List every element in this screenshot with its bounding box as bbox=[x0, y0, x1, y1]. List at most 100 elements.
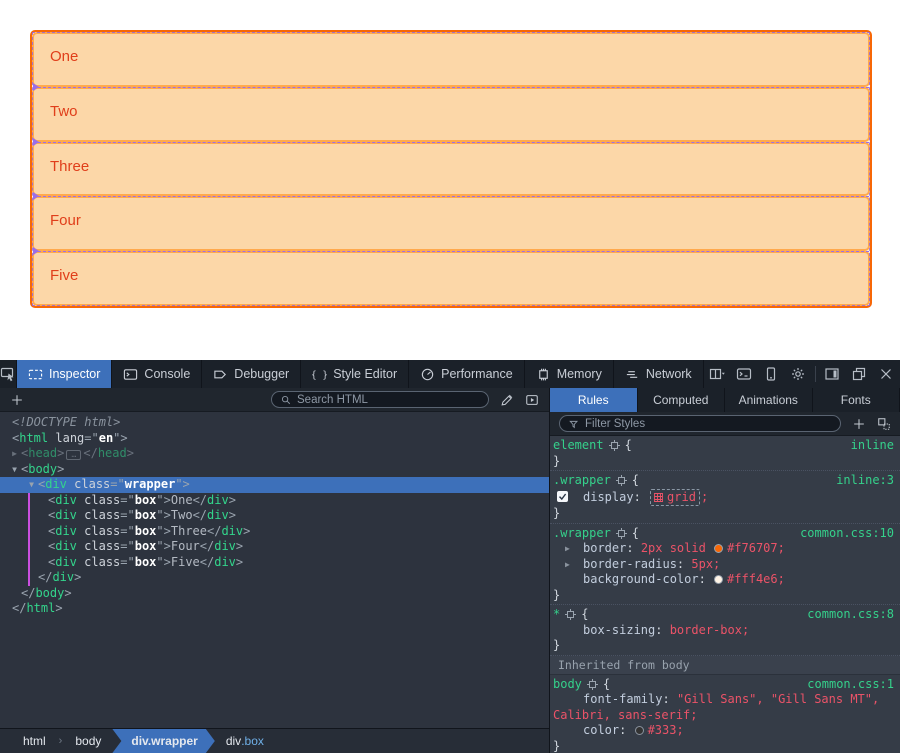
expand-shorthand-icon[interactable]: ▶ bbox=[565, 557, 570, 573]
grid-box-label: One bbox=[50, 48, 78, 65]
property-value: #fff4e6; bbox=[727, 572, 785, 586]
braces-icon: { } bbox=[312, 367, 327, 382]
markup-token: One bbox=[171, 493, 193, 507]
pick-element-icon[interactable] bbox=[0, 360, 17, 388]
markup-token: <!DOCTYPE html> bbox=[12, 415, 120, 429]
markup-line[interactable]: <!DOCTYPE html> bbox=[0, 415, 549, 431]
grid-box-four: Four bbox=[32, 196, 870, 251]
filter-styles-input[interactable]: Filter Styles bbox=[559, 415, 841, 432]
css-declaration[interactable]: background-color: #fff4e6; bbox=[550, 572, 900, 588]
markup-line[interactable]: <div class="box">Five</div> bbox=[0, 555, 549, 571]
tab-style-editor[interactable]: { } Style Editor bbox=[301, 360, 409, 388]
devtools-toolbar-right bbox=[704, 360, 900, 388]
stylesheet-link[interactable]: inline bbox=[851, 438, 894, 454]
css-declaration[interactable]: color: #333; bbox=[550, 723, 900, 739]
tab-network[interactable]: Network bbox=[614, 360, 704, 388]
sidebar-tab-rules[interactable]: Rules bbox=[550, 388, 638, 412]
rule-selector-line: .wrapper{common.css:10 bbox=[550, 526, 900, 542]
markup-tree: <!DOCTYPE html><html lang="en">▶<head>…<… bbox=[0, 412, 549, 728]
selector-highlighter-icon[interactable] bbox=[587, 679, 598, 690]
css-declaration[interactable]: font-family: "Gill Sans", "Gill Sans MT"… bbox=[550, 692, 900, 723]
markup-token: > bbox=[127, 446, 134, 460]
tab-memory[interactable]: Memory bbox=[525, 360, 614, 388]
breadcrumb-item[interactable]: div.box bbox=[215, 729, 275, 753]
breadcrumb-item[interactable]: body bbox=[64, 729, 112, 753]
collapse-arrow-icon[interactable]: ▼ bbox=[25, 477, 38, 493]
breadcrumb-item[interactable]: div.wrapper bbox=[112, 729, 214, 753]
markup-line[interactable]: <div class="box">One</div> bbox=[0, 493, 549, 509]
markup-line[interactable]: <div class="box">Three</div> bbox=[0, 524, 549, 540]
rule-selector[interactable]: .wrapper bbox=[553, 473, 611, 489]
markup-line[interactable]: </div> bbox=[0, 570, 549, 586]
css-declaration[interactable]: display: grid; bbox=[550, 489, 900, 507]
markup-line[interactable]: ▼<body> bbox=[0, 462, 549, 478]
expand-arrow-icon[interactable]: ▶ bbox=[8, 446, 21, 462]
markup-token: class bbox=[67, 477, 110, 491]
markup-line[interactable]: </body> bbox=[0, 586, 549, 602]
breadcrumb-item[interactable]: html bbox=[12, 729, 57, 753]
stylesheet-link[interactable]: common.css:10 bbox=[800, 526, 894, 542]
tab-console[interactable]: Console bbox=[112, 360, 202, 388]
color-swatch[interactable] bbox=[635, 726, 644, 735]
css-rule: .wrapper{common.css:10▶border: 2px solid… bbox=[550, 524, 900, 606]
settings-gear-icon[interactable] bbox=[785, 360, 812, 388]
devtools-panel: InspectorConsoleDebugger { } Style Editor P… bbox=[0, 360, 900, 753]
markup-line[interactable]: <div class="box">Two</div> bbox=[0, 508, 549, 524]
console-icon bbox=[123, 367, 138, 382]
tab-inspector[interactable]: Inspector bbox=[17, 360, 112, 388]
markup-line[interactable]: <div class="box">Four</div> bbox=[0, 539, 549, 555]
separate-window-icon[interactable] bbox=[846, 360, 873, 388]
selector-highlighter-icon[interactable] bbox=[609, 440, 620, 451]
rule-selector[interactable]: * bbox=[553, 607, 560, 623]
markup-line[interactable]: ▶<head>…</head> bbox=[0, 446, 549, 462]
selector-highlighter-icon[interactable] bbox=[616, 475, 627, 486]
color-swatch[interactable] bbox=[714, 575, 723, 584]
close-icon[interactable] bbox=[873, 360, 900, 388]
device-icon[interactable] bbox=[758, 360, 785, 388]
search-html-input[interactable]: Search HTML bbox=[271, 391, 489, 408]
markup-token: … bbox=[66, 450, 81, 460]
css-declaration[interactable]: ▶border-radius: 5px; bbox=[550, 557, 900, 573]
eyedropper-icon[interactable] bbox=[500, 393, 514, 407]
markup-token: div bbox=[207, 508, 229, 522]
markup-token: body bbox=[28, 462, 57, 476]
markup-line[interactable]: </html> bbox=[0, 601, 549, 617]
collapse-arrow-icon[interactable]: ▼ bbox=[8, 462, 21, 478]
rule-selector[interactable]: .wrapper bbox=[553, 526, 611, 542]
open-brace: { bbox=[625, 438, 632, 454]
css-declaration[interactable]: ▶border: 2px solid #f76707; bbox=[550, 541, 900, 557]
markup-line[interactable]: <html lang="en"> bbox=[0, 431, 549, 447]
markup-line[interactable]: ▼<div class="wrapper"> bbox=[0, 477, 549, 493]
split-console-icon[interactable] bbox=[731, 360, 758, 388]
rule-selector[interactable]: body bbox=[553, 677, 582, 693]
markup-token: Three bbox=[171, 524, 207, 538]
selector-highlighter-icon[interactable] bbox=[565, 609, 576, 620]
color-swatch[interactable] bbox=[714, 544, 723, 553]
tab-performance[interactable]: Performance bbox=[409, 360, 525, 388]
dock-side-icon[interactable] bbox=[819, 360, 846, 388]
tab-debugger[interactable]: Debugger bbox=[202, 360, 301, 388]
stylesheet-link[interactable]: common.css:8 bbox=[807, 607, 894, 623]
pseudo-class-panel-icon[interactable] bbox=[877, 417, 891, 431]
sidebar-toggle-icon[interactable] bbox=[525, 393, 539, 407]
css-declaration[interactable]: box-sizing: border-box; bbox=[550, 623, 900, 639]
markup-token: div bbox=[221, 524, 243, 538]
add-rule-icon[interactable] bbox=[852, 417, 866, 431]
responsive-mode-icon[interactable] bbox=[704, 360, 731, 388]
declaration-checkbox[interactable] bbox=[557, 491, 568, 502]
selector-highlighter-icon[interactable] bbox=[616, 528, 627, 539]
markup-token: head bbox=[98, 446, 127, 460]
markup-token: =" bbox=[110, 477, 124, 491]
sidebar-tab-fonts[interactable]: Fonts bbox=[813, 388, 900, 412]
rule-selector[interactable]: element bbox=[553, 438, 604, 454]
stylesheet-link[interactable]: common.css:1 bbox=[807, 677, 894, 693]
markup-token: Four bbox=[171, 539, 200, 553]
markup-token: > bbox=[236, 539, 243, 553]
sidebar-tab-computed[interactable]: Computed bbox=[638, 388, 726, 412]
sidebar-tab-animations[interactable]: Animations bbox=[725, 388, 813, 412]
add-node-icon[interactable] bbox=[10, 393, 24, 407]
grid-highlighter-toggle[interactable]: grid bbox=[650, 489, 700, 507]
expand-shorthand-icon[interactable]: ▶ bbox=[565, 541, 570, 557]
tab-label: Style Editor bbox=[333, 367, 397, 381]
stylesheet-link[interactable]: inline:3 bbox=[836, 473, 894, 489]
